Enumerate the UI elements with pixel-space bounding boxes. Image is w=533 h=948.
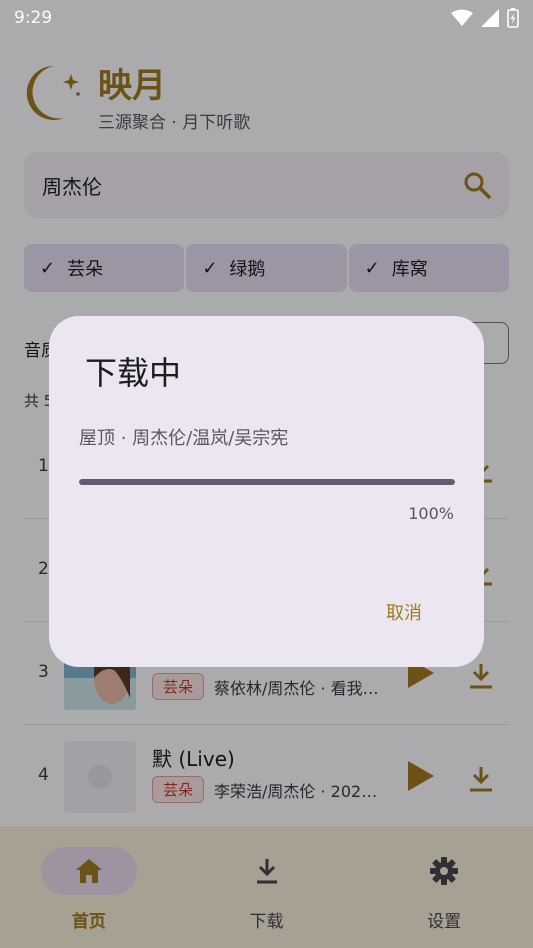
dialog-title: 下载中	[85, 354, 182, 392]
cancel-button[interactable]: 取消	[386, 599, 422, 625]
signal-icon	[481, 9, 499, 27]
download-progress-dialog: 下载中 屋顶 · 周杰伦/温岚/吴宗宪 100% 取消	[49, 316, 484, 667]
status-icons	[451, 8, 519, 28]
download-progress-fill	[79, 479, 455, 485]
status-time: 9:29	[14, 8, 53, 28]
download-progress-bar	[79, 479, 455, 485]
download-progress-text: 100%	[408, 504, 454, 523]
wifi-icon	[451, 9, 473, 26]
dialog-song-info: 屋顶 · 周杰伦/温岚/吴宗宪	[79, 428, 289, 449]
status-bar: 9:29	[0, 0, 533, 36]
battery-icon	[507, 8, 519, 28]
